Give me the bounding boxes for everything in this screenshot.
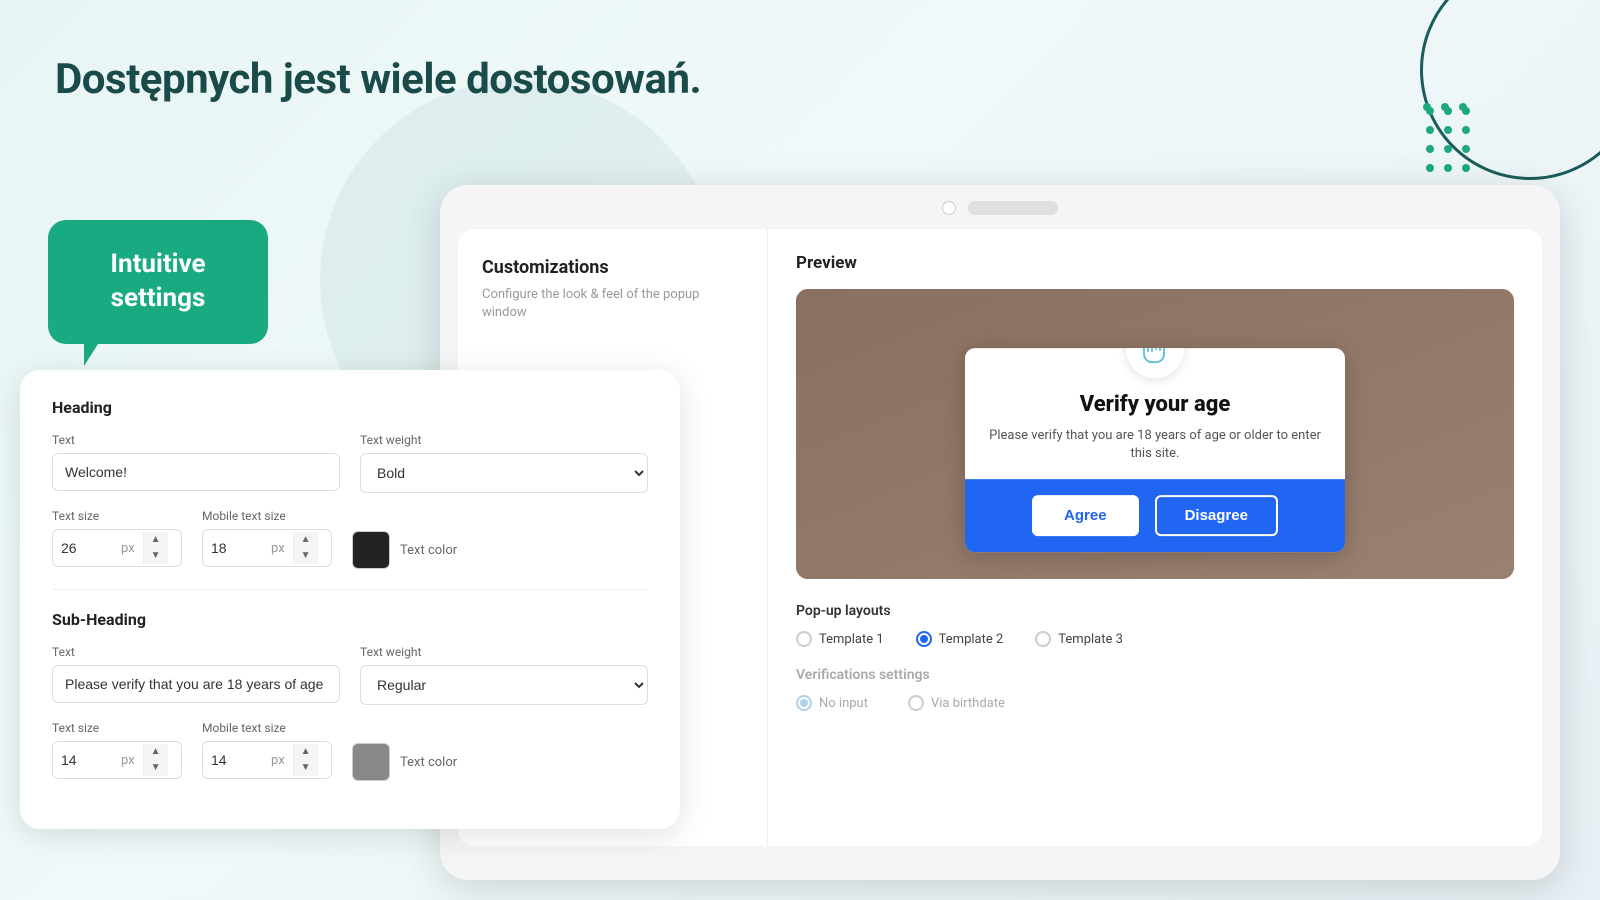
subheading-row-2: Text size px ▲ ▼ Mobile text size px ▲ ▼ <box>52 721 648 781</box>
subheading-textsize-down[interactable]: ▼ <box>144 760 168 776</box>
heading-section-title: Heading <box>52 398 648 417</box>
subheading-mobiletextsize-unit: px <box>263 753 293 768</box>
popup-verify-title: Verify your age <box>989 392 1321 417</box>
radio-birthdate[interactable] <box>908 695 924 711</box>
preview-popup-card: Verify your age Please verify that you a… <box>965 348 1345 552</box>
heading-mobiletextsize-arrows: ▲ ▼ <box>293 532 318 564</box>
heading-mobiletextsize-wrap: px ▲ ▼ <box>202 529 332 567</box>
form-divider <box>52 589 648 590</box>
subheading-color-swatch[interactable] <box>352 743 390 781</box>
heading-row-2: Text size px ▲ ▼ Mobile text size px ▲ ▼ <box>52 509 648 569</box>
subheading-textsize-label: Text size <box>52 721 182 735</box>
layout-label-template1: Template 1 <box>819 632 884 647</box>
subheading-mobiletextsize-group: Mobile text size px ▲ ▼ <box>202 721 332 781</box>
heading-textsize-arrows: ▲ ▼ <box>143 532 168 564</box>
subheading-row-1: Text Text weight Regular Bold Semibold <box>52 645 648 705</box>
subheading-mobiletextsize-down[interactable]: ▼ <box>294 760 318 776</box>
heading-text-input[interactable] <box>52 453 340 491</box>
layout-option-template2[interactable]: Template 2 <box>916 631 1004 647</box>
main-heading: Dostępnych jest wiele dostosowań. <box>55 55 701 104</box>
heading-color-group: Text color <box>352 531 457 569</box>
subheading-textsize-arrows: ▲ ▼ <box>143 744 168 776</box>
heading-weight-label: Text weight <box>360 433 648 447</box>
subheading-section-title: Sub-Heading <box>52 610 648 629</box>
subheading-mobiletextsize-label: Mobile text size <box>202 721 332 735</box>
heading-textsize-input[interactable] <box>53 530 113 566</box>
speech-bubble-text: Intuitive settings <box>72 248 244 316</box>
subheading-weight-select[interactable]: Regular Bold Semibold <box>360 665 648 705</box>
subheading-text-group: Text <box>52 645 340 705</box>
subheading-mobiletextsize-wrap: px ▲ ▼ <box>202 741 332 779</box>
subheading-textsize-unit: px <box>113 753 143 768</box>
heading-mobiletextsize-group: Mobile text size px ▲ ▼ <box>202 509 332 569</box>
heading-textsize-wrap: px ▲ ▼ <box>52 529 182 567</box>
heading-weight-group: Text weight Regular Bold Semibold <box>360 433 648 493</box>
heading-textsize-down[interactable]: ▼ <box>144 548 168 564</box>
popup-buttons: Agree Disagree <box>965 480 1345 553</box>
radio-noinput[interactable] <box>796 695 812 711</box>
verification-settings-section: Verifications settings No input Via birt… <box>796 667 1514 711</box>
verif-label-birthdate: Via birthdate <box>931 696 1005 711</box>
radio-template2-inner <box>920 635 928 643</box>
form-card: Heading Text Text weight Regular Bold Se… <box>20 370 680 829</box>
heading-textsize-group: Text size px ▲ ▼ <box>52 509 182 569</box>
layout-label-template3: Template 3 <box>1058 632 1123 647</box>
popup-verify-desc: Please verify that you are 18 years of a… <box>989 427 1321 463</box>
radio-template3[interactable] <box>1035 631 1051 647</box>
subheading-mobiletextsize-arrows: ▲ ▼ <box>293 744 318 776</box>
heading-mobiletextsize-down[interactable]: ▼ <box>294 548 318 564</box>
verif-option-noinput[interactable]: No input <box>796 695 868 711</box>
heading-mobiletextsize-label: Mobile text size <box>202 509 332 523</box>
heading-textsize-unit: px <box>113 541 143 556</box>
customizations-title: Customizations <box>482 257 743 278</box>
tablet-circle-button <box>942 201 956 215</box>
subheading-text-label: Text <box>52 645 340 659</box>
speech-bubble: Intuitive settings <box>48 220 268 344</box>
disagree-button[interactable]: Disagree <box>1155 496 1278 537</box>
heading-textsize-label: Text size <box>52 509 182 523</box>
subheading-weight-group: Text weight Regular Bold Semibold <box>360 645 648 705</box>
radio-noinput-inner <box>800 699 808 707</box>
radio-template1[interactable] <box>796 631 812 647</box>
tablet-top-bar <box>458 201 1542 215</box>
agree-button[interactable]: Agree <box>1032 496 1139 537</box>
heading-weight-select[interactable]: Regular Bold Semibold <box>360 453 648 493</box>
heading-row-1: Text Text weight Regular Bold Semibold <box>52 433 648 493</box>
subheading-color-group: Text color <box>352 743 457 781</box>
heading-mobiletextsize-unit: px <box>263 541 293 556</box>
preview-panel: Preview Verify your age <box>768 229 1542 846</box>
popup-layouts-title: Pop-up layouts <box>796 603 1514 619</box>
subheading-mobiletextsize-input[interactable] <box>203 742 263 778</box>
verification-settings-title: Verifications settings <box>796 667 1514 683</box>
subheading-textsize-input[interactable] <box>53 742 113 778</box>
layout-option-template3[interactable]: Template 3 <box>1035 631 1123 647</box>
subheading-color-label: Text color <box>400 755 457 770</box>
popup-layouts-section: Pop-up layouts Template 1 Template 2 <box>796 603 1514 647</box>
dot-grid <box>1420 100 1470 179</box>
preview-popup-wrapper: Verify your age Please verify that you a… <box>796 289 1514 579</box>
verif-option-birthdate[interactable]: Via birthdate <box>908 695 1005 711</box>
preview-title: Preview <box>796 253 1514 273</box>
subheading-textsize-up[interactable]: ▲ <box>144 744 168 760</box>
heading-color-label: Text color <box>400 543 457 558</box>
verification-options: No input Via birthdate <box>796 695 1514 711</box>
heading-text-group: Text <box>52 433 340 493</box>
subheading-textsize-group: Text size px ▲ ▼ <box>52 721 182 781</box>
heading-textsize-up[interactable]: ▲ <box>144 532 168 548</box>
layout-label-template2: Template 2 <box>939 632 1004 647</box>
subheading-textsize-wrap: px ▲ ▼ <box>52 741 182 779</box>
heading-color-swatch[interactable] <box>352 531 390 569</box>
customizations-description: Configure the look & feel of the popup w… <box>482 286 743 322</box>
popup-layouts-options: Template 1 Template 2 Template 3 <box>796 631 1514 647</box>
tablet-pill <box>968 201 1058 215</box>
subheading-text-input[interactable] <box>52 665 340 703</box>
heading-text-label: Text <box>52 433 340 447</box>
verif-label-noinput: No input <box>819 696 868 711</box>
subheading-weight-label: Text weight <box>360 645 648 659</box>
layout-option-template1[interactable]: Template 1 <box>796 631 884 647</box>
radio-template2[interactable] <box>916 631 932 647</box>
heading-mobiletextsize-up[interactable]: ▲ <box>294 532 318 548</box>
heading-mobiletextsize-input[interactable] <box>203 530 263 566</box>
subheading-mobiletextsize-up[interactable]: ▲ <box>294 744 318 760</box>
